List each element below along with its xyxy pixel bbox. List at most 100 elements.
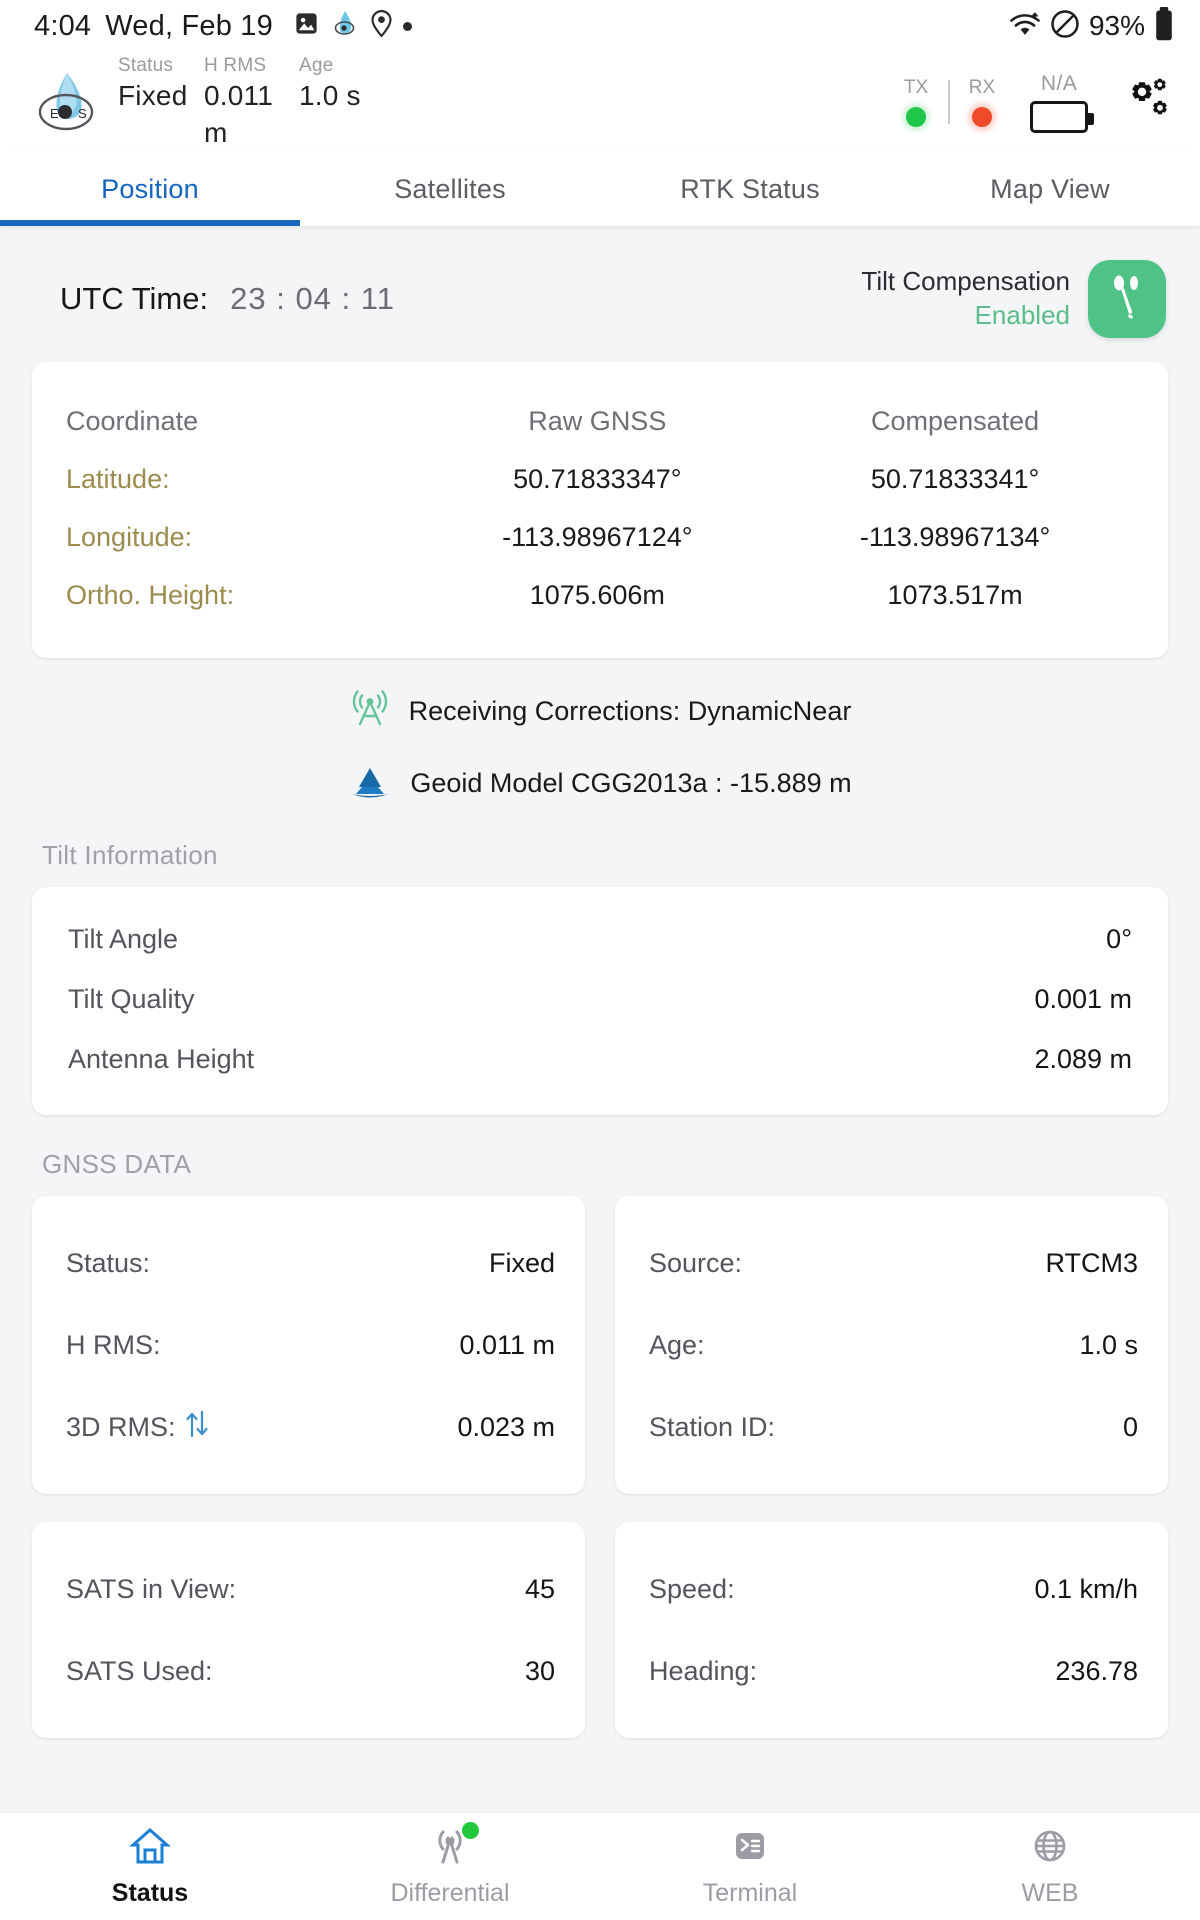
tilt-angle-value: 0° [1106,923,1132,954]
gnss-status-value: Fixed [488,1247,555,1278]
nav-item-differential[interactable]: Differential [300,1821,600,1908]
header-kpi-age: Age 1.0 s [299,53,379,115]
coordinates-header-coordinate: Coordinate [66,405,199,436]
list-item: Antenna Height 2.089 m [68,1029,1132,1089]
utc-time-label: UTC Time: [60,281,209,316]
heading-value: 236.78 [1055,1655,1138,1686]
source-value: RTCM3 [1045,1247,1138,1278]
gnss-source-card: Source: RTCM3 Age: 1.0 s Station ID: 0 [615,1196,1168,1494]
corrections-status-row: Receiving Corrections: DynamicNear [0,688,1200,735]
list-item: Tilt Angle 0° [68,909,1132,969]
system-clock: 4:04 [34,9,92,42]
list-item: SATS Used: 30 [66,1630,555,1712]
bottom-navigation: Status Differential Terminal WEB [0,1812,1200,1920]
table-row: Longitude: -113.98967124° -113.98967134° [66,508,1134,566]
table-row: Ortho. Height: 1075.606m 1073.517m [66,566,1134,624]
tilt-compensation-control[interactable]: Tilt Compensation Enabled [861,260,1166,338]
geoid-model-text: Geoid Model CGG2013a : -15.889 m [410,768,852,798]
tab-map-view[interactable]: Map View [900,152,1200,226]
utc-time-value: 23 : 04 : 11 [230,281,395,316]
header-kpi-hrms: H RMS 0.011 m [204,53,299,151]
tilt-quality-value: 0.001 m [1034,983,1132,1014]
source-label: Source: [649,1247,743,1278]
list-item: Source: RTCM3 [649,1222,1138,1304]
station-id-label: Station ID: [649,1411,776,1442]
home-icon [129,1826,171,1871]
tilt-angle-label: Tilt Angle [68,923,179,954]
gnss-3drms-value: 0.023 m [457,1411,555,1442]
antenna-broadcast-icon [349,688,391,735]
longitude-compensated-value: -113.98967134° [859,521,1051,552]
tx-indicator: TX [890,77,942,127]
globe-icon [1029,1826,1071,1871]
differential-active-badge [462,1821,479,1839]
satellites-card: SATS in View: 45 SATS Used: 30 [32,1522,585,1738]
battery-icon [1154,6,1174,46]
station-id-value: 0 [1122,1411,1138,1442]
nav-item-status[interactable]: Status [0,1826,300,1908]
divider [948,80,950,124]
latitude-raw-value: 50.71833347° [513,463,682,494]
nav-item-status-label: Status [111,1878,189,1907]
table-row: Latitude: 50.71833347° 50.71833341° [66,450,1134,508]
tab-map-view-label: Map View [990,173,1110,204]
android-status-bar: 4:04 Wed, Feb 19 93% [0,0,1200,52]
notification-icons [293,10,412,42]
list-item: Speed: 0.1 km/h [649,1548,1138,1630]
geoid-model-row: Geoid Model CGG2013a : -15.889 m [0,761,1200,806]
coordinates-card: Coordinate Raw GNSS Compensated Latitude… [32,362,1168,658]
tilt-compensation-state: Enabled [974,299,1070,330]
coordinates-header-raw: Raw GNSS [528,405,667,436]
heading-label: Heading: [649,1655,758,1686]
ortho-height-raw-value: 1075.606m [529,579,665,610]
gnss-hrms-label: H RMS: [66,1329,161,1360]
eos-logo: E S [34,70,104,134]
age-value: 1.0 s [1079,1329,1138,1360]
gnss-data-row-1: Status: Fixed H RMS: 0.011 m 3D RMS: 0.0… [32,1196,1168,1494]
location-pin-icon [370,10,393,42]
rx-indicator: RX [956,77,1008,127]
list-item: Station ID: 0 [649,1386,1138,1468]
gnss-data-section-title: GNSS DATA [42,1149,192,1179]
header-kpi-age-value: 1.0 s [299,80,361,112]
nav-item-terminal[interactable]: Terminal [600,1826,900,1908]
tilt-compensation-text: Tilt Compensation Enabled [861,265,1070,333]
dot-icon [402,21,412,31]
header-right-group: TX RX N/A [890,68,1178,137]
main-tabs: Position Satellites RTK Status Map View [0,152,1200,226]
speed-label: Speed: [649,1573,735,1604]
tilt-compensation-title: Tilt Compensation [861,266,1070,297]
tilt-information-section-title: Tilt Information [42,840,218,870]
settings-button[interactable] [1104,68,1178,137]
antenna-height-label: Antenna Height [68,1043,255,1074]
age-label: Age: [649,1329,705,1360]
tx-label: TX [903,77,929,98]
ortho-height-compensated-value: 1073.517m [887,579,1023,610]
nav-item-web-label: WEB [1021,1878,1079,1907]
terminal-icon [729,1826,771,1871]
speed-value: 0.1 km/h [1034,1573,1138,1604]
tab-satellites[interactable]: Satellites [300,152,600,226]
list-item: Status: Fixed [66,1222,555,1304]
battery-percent: 93% [1088,10,1145,41]
tilt-pole-icon [1107,274,1147,325]
header-kpi-hrms-value: 0.011 m [204,80,273,148]
list-item: Heading: 236.78 [649,1630,1138,1712]
gears-icon [1112,78,1170,130]
longitude-raw-value: -113.98967124° [502,521,693,552]
tab-rtk-status[interactable]: RTK Status [600,152,900,226]
receiver-battery-label: N/A [1040,71,1078,95]
status-bar-right: 93% [1009,6,1174,46]
tilt-compensation-button[interactable] [1088,260,1166,338]
up-down-arrows-icon[interactable] [184,1409,210,1446]
longitude-label: Longitude: [66,521,193,552]
list-item: Age: 1.0 s [649,1304,1138,1386]
tab-position[interactable]: Position [0,152,300,226]
nav-item-web[interactable]: WEB [900,1826,1200,1908]
rx-label: RX [968,77,996,98]
tab-satellites-label: Satellites [394,173,506,204]
system-date: Wed, Feb 19 [105,9,273,42]
list-item: Tilt Quality 0.001 m [68,969,1132,1029]
header-kpi-hrms-label: H RMS [204,54,267,76]
gnss-3drms-label-text: 3D RMS: [66,1411,176,1442]
